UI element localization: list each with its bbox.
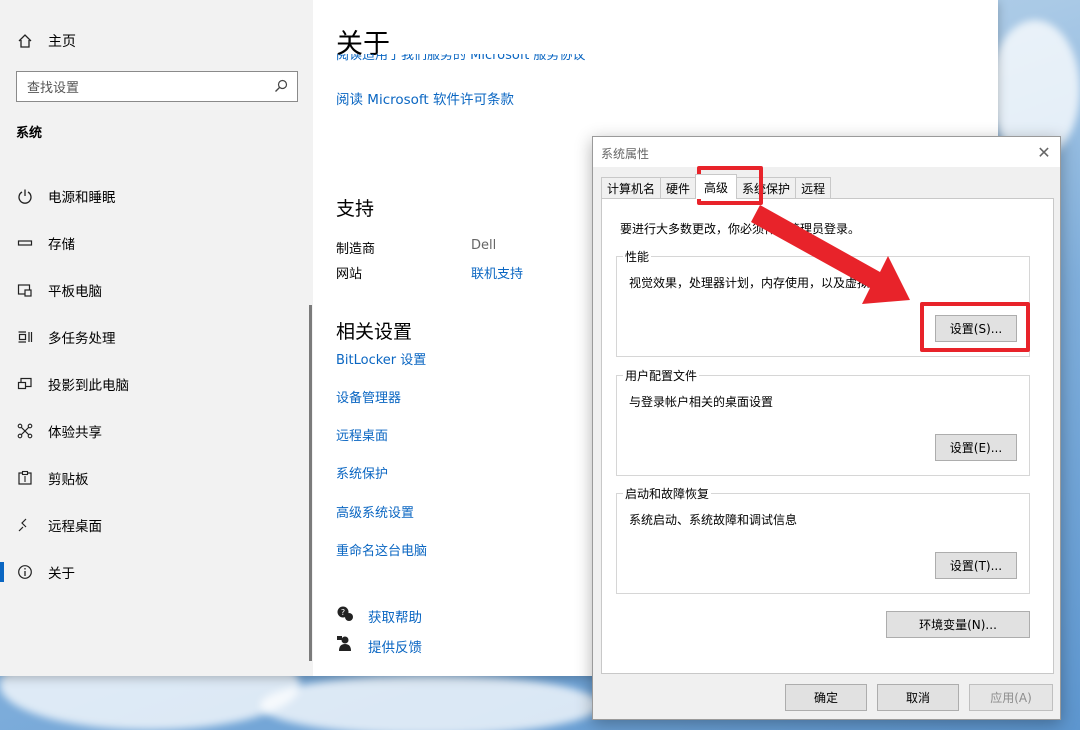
support-heading: 支持 — [336, 198, 375, 220]
svg-text:?: ? — [341, 608, 345, 617]
sidebar-item-label: 多任务处理 — [48, 331, 116, 347]
system-properties-dialog: 系统属性 ✕ 计算机名 硬件 高级 系统保护 远程 要进行大多数更改，你必须作为… — [592, 136, 1061, 720]
user-profiles-group-desc: 与登录帐户相关的桌面设置 — [629, 395, 774, 409]
sidebar-section-title: 系统 — [16, 126, 43, 141]
sidebar-item-label: 关于 — [48, 566, 75, 582]
apply-button[interactable]: 应用(A) — [969, 684, 1053, 711]
sidebar-item-power[interactable]: 电源和睡眠 — [16, 183, 306, 209]
user-profiles-group-label: 用户配置文件 — [623, 367, 700, 384]
get-help-label: 获取帮助 — [368, 610, 422, 626]
share-icon — [16, 422, 34, 440]
give-feedback-label: 提供反馈 — [368, 640, 422, 656]
power-icon — [16, 187, 34, 205]
performance-group-label: 性能 — [623, 248, 652, 265]
user-profiles-settings-button[interactable]: 设置(E)... — [935, 434, 1017, 461]
environment-variables-button[interactable]: 环境变量(N)... — [886, 611, 1030, 638]
sidebar-item-storage[interactable]: 存储 — [16, 230, 306, 256]
sidebar-item-label: 投影到此电脑 — [48, 378, 129, 394]
clipboard-icon — [16, 469, 34, 487]
help-chat-icon: ? — [336, 605, 354, 627]
performance-settings-button[interactable]: 设置(S)... — [935, 315, 1017, 342]
dialog-title: 系统属性 — [601, 147, 650, 161]
ok-button[interactable]: 确定 — [785, 684, 867, 711]
give-feedback-item[interactable]: 提供反馈 — [336, 635, 422, 657]
feedback-icon — [336, 635, 354, 657]
sidebar-item-label: 电源和睡眠 — [48, 190, 116, 206]
dialog-tabs: 计算机名 硬件 高级 系统保护 远程 — [601, 174, 832, 199]
sidebar-home[interactable]: 主页 — [16, 30, 76, 52]
tab-system-protection[interactable]: 系统保护 — [736, 177, 797, 199]
service-agreement-link[interactable]: 阅读适用于我们服务的 Microsoft 服务协议 — [336, 54, 585, 66]
storage-icon — [16, 234, 34, 252]
user-profiles-group: 用户配置文件 与登录帐户相关的桌面设置 设置(E)... — [616, 367, 1030, 476]
online-support-link[interactable]: 联机支持 — [471, 263, 523, 282]
advanced-tab-panel: 要进行大多数更改，你必须作为管理员登录。 性能 视觉效果，处理器计划，内存使用，… — [601, 198, 1054, 674]
sidebar-item-tablet[interactable]: 平板电脑 — [16, 277, 306, 303]
tab-hardware[interactable]: 硬件 — [660, 177, 697, 199]
sidebar-item-label: 体验共享 — [48, 425, 102, 441]
tab-advanced[interactable]: 高级 — [695, 174, 738, 199]
search-icon — [273, 78, 289, 98]
performance-group-desc: 视觉效果，处理器计划，内存使用，以及虚拟内存 — [629, 276, 894, 290]
advanced-system-settings-link[interactable]: 高级系统设置 — [336, 502, 414, 521]
sidebar-item-label: 存储 — [48, 237, 75, 253]
sidebar-item-about[interactable]: 关于 — [0, 559, 306, 585]
cancel-button[interactable]: 取消 — [877, 684, 959, 711]
tablet-icon — [16, 281, 34, 299]
info-icon — [16, 563, 34, 581]
sidebar-item-label: 远程桌面 — [48, 519, 102, 535]
search-input[interactable]: 查找设置 — [16, 71, 298, 102]
tab-computer-name[interactable]: 计算机名 — [601, 177, 662, 199]
admin-note: 要进行大多数更改，你必须作为管理员登录。 — [620, 222, 861, 236]
performance-group: 性能 视觉效果，处理器计划，内存使用，以及虚拟内存 设置(S)... — [616, 248, 1030, 357]
remote-desktop-icon — [16, 516, 34, 534]
sidebar-item-clipboard[interactable]: 剪贴板 — [16, 465, 306, 491]
related-settings-heading: 相关设置 — [336, 321, 413, 343]
dialog-titlebar[interactable]: 系统属性 ✕ — [593, 137, 1060, 167]
sidebar: 主页 查找设置 系统 电源和睡眠 存储 平板电脑 多任务处理 投影到此电脑 体验… — [0, 0, 313, 676]
sidebar-home-label: 主页 — [48, 34, 76, 50]
sidebar-item-remote-desktop[interactable]: 远程桌面 — [16, 512, 306, 538]
search-placeholder: 查找设置 — [27, 81, 80, 96]
sidebar-item-share[interactable]: 体验共享 — [16, 418, 306, 444]
close-icon[interactable]: ✕ — [1034, 142, 1054, 162]
sidebar-item-label: 剪贴板 — [48, 472, 89, 488]
license-terms-link[interactable]: 阅读 Microsoft 软件许可条款 — [336, 88, 514, 108]
get-help-item[interactable]: ? 获取帮助 — [336, 605, 422, 627]
startup-recovery-group: 启动和故障恢复 系统启动、系统故障和调试信息 设置(T)... — [616, 485, 1030, 594]
startup-recovery-group-label: 启动和故障恢复 — [623, 485, 712, 502]
website-label: 网站 — [336, 267, 363, 282]
rename-pc-link[interactable]: 重命名这台电脑 — [336, 540, 427, 559]
bitlocker-link[interactable]: BitLocker 设置 — [336, 349, 426, 368]
sidebar-item-project[interactable]: 投影到此电脑 — [16, 371, 306, 397]
home-icon — [16, 32, 34, 50]
device-manager-link[interactable]: 设备管理器 — [336, 387, 401, 406]
system-protection-link[interactable]: 系统保护 — [336, 463, 388, 482]
project-icon — [16, 375, 34, 393]
startup-recovery-group-desc: 系统启动、系统故障和调试信息 — [629, 513, 798, 527]
remote-desktop-link[interactable]: 远程桌面 — [336, 425, 388, 444]
sidebar-scrollbar[interactable] — [309, 305, 312, 661]
tab-remote[interactable]: 远程 — [795, 177, 832, 199]
startup-recovery-settings-button[interactable]: 设置(T)... — [935, 552, 1017, 579]
sidebar-item-label: 平板电脑 — [48, 284, 102, 300]
cloud — [260, 675, 600, 730]
manufacturer-label: 制造商 — [336, 242, 376, 257]
manufacturer-value: Dell — [471, 238, 497, 253]
sidebar-item-multitask[interactable]: 多任务处理 — [16, 324, 306, 350]
multitask-icon — [16, 328, 34, 346]
service-agreement-link-text: 阅读适用于我们服务的 Microsoft 服务协议 — [336, 54, 586, 63]
